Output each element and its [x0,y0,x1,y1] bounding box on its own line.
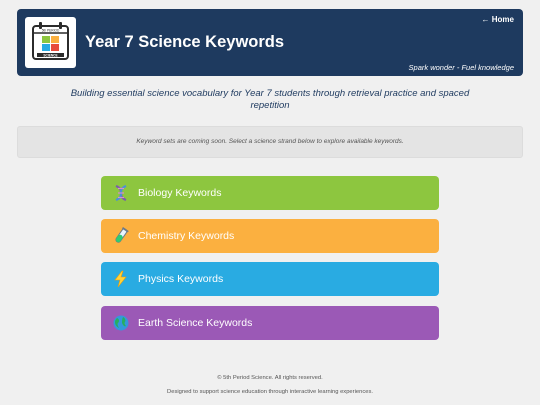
footer-description: Designed to support science education th… [167,389,373,395]
page-title: Year 7 Science Keywords [85,33,285,51]
strand-label: Chemistry Keywords [138,230,235,243]
home-link[interactable]: ← Home [482,15,514,24]
globe-icon [112,314,130,332]
coming-soon-notice: Keyword sets are coming soon. Select a s… [17,126,523,158]
page-subtitle: Building essential science vocabulary fo… [70,88,470,111]
calendar-logo-icon: 5th PERIOD SCIENCE [32,22,69,60]
site-footer: © 5th Period Science. All rights reserve… [0,373,540,399]
earth-science-keywords-button[interactable]: Earth Science Keywords [101,305,439,340]
header-tagline: Spark wonder - Fuel knowledge [408,63,514,72]
dna-icon [112,184,130,202]
strand-label: Biology Keywords [138,187,222,199]
site-header: 5th PERIOD SCIENCE Year 7 Science Keywor… [17,9,523,76]
strand-label: Earth Science Keywords [138,316,253,329]
site-logo[interactable]: 5th PERIOD SCIENCE [25,17,76,68]
strand-list: Biology Keywords Chemistry Keywords Phys… [101,176,439,349]
chemistry-keywords-button[interactable]: Chemistry Keywords [101,219,439,254]
biology-keywords-button[interactable]: Biology Keywords [101,176,439,210]
strand-label: Physics Keywords [138,273,224,286]
test-tube-icon [112,227,130,245]
footer-copyright: © 5th Period Science. All rights reserve… [217,375,323,381]
lightning-icon [112,270,130,288]
logo-top-text: 5th PERIOD [42,29,60,33]
logo-bottom-text: SCIENCE [43,53,57,57]
physics-keywords-button[interactable]: Physics Keywords [101,262,439,297]
